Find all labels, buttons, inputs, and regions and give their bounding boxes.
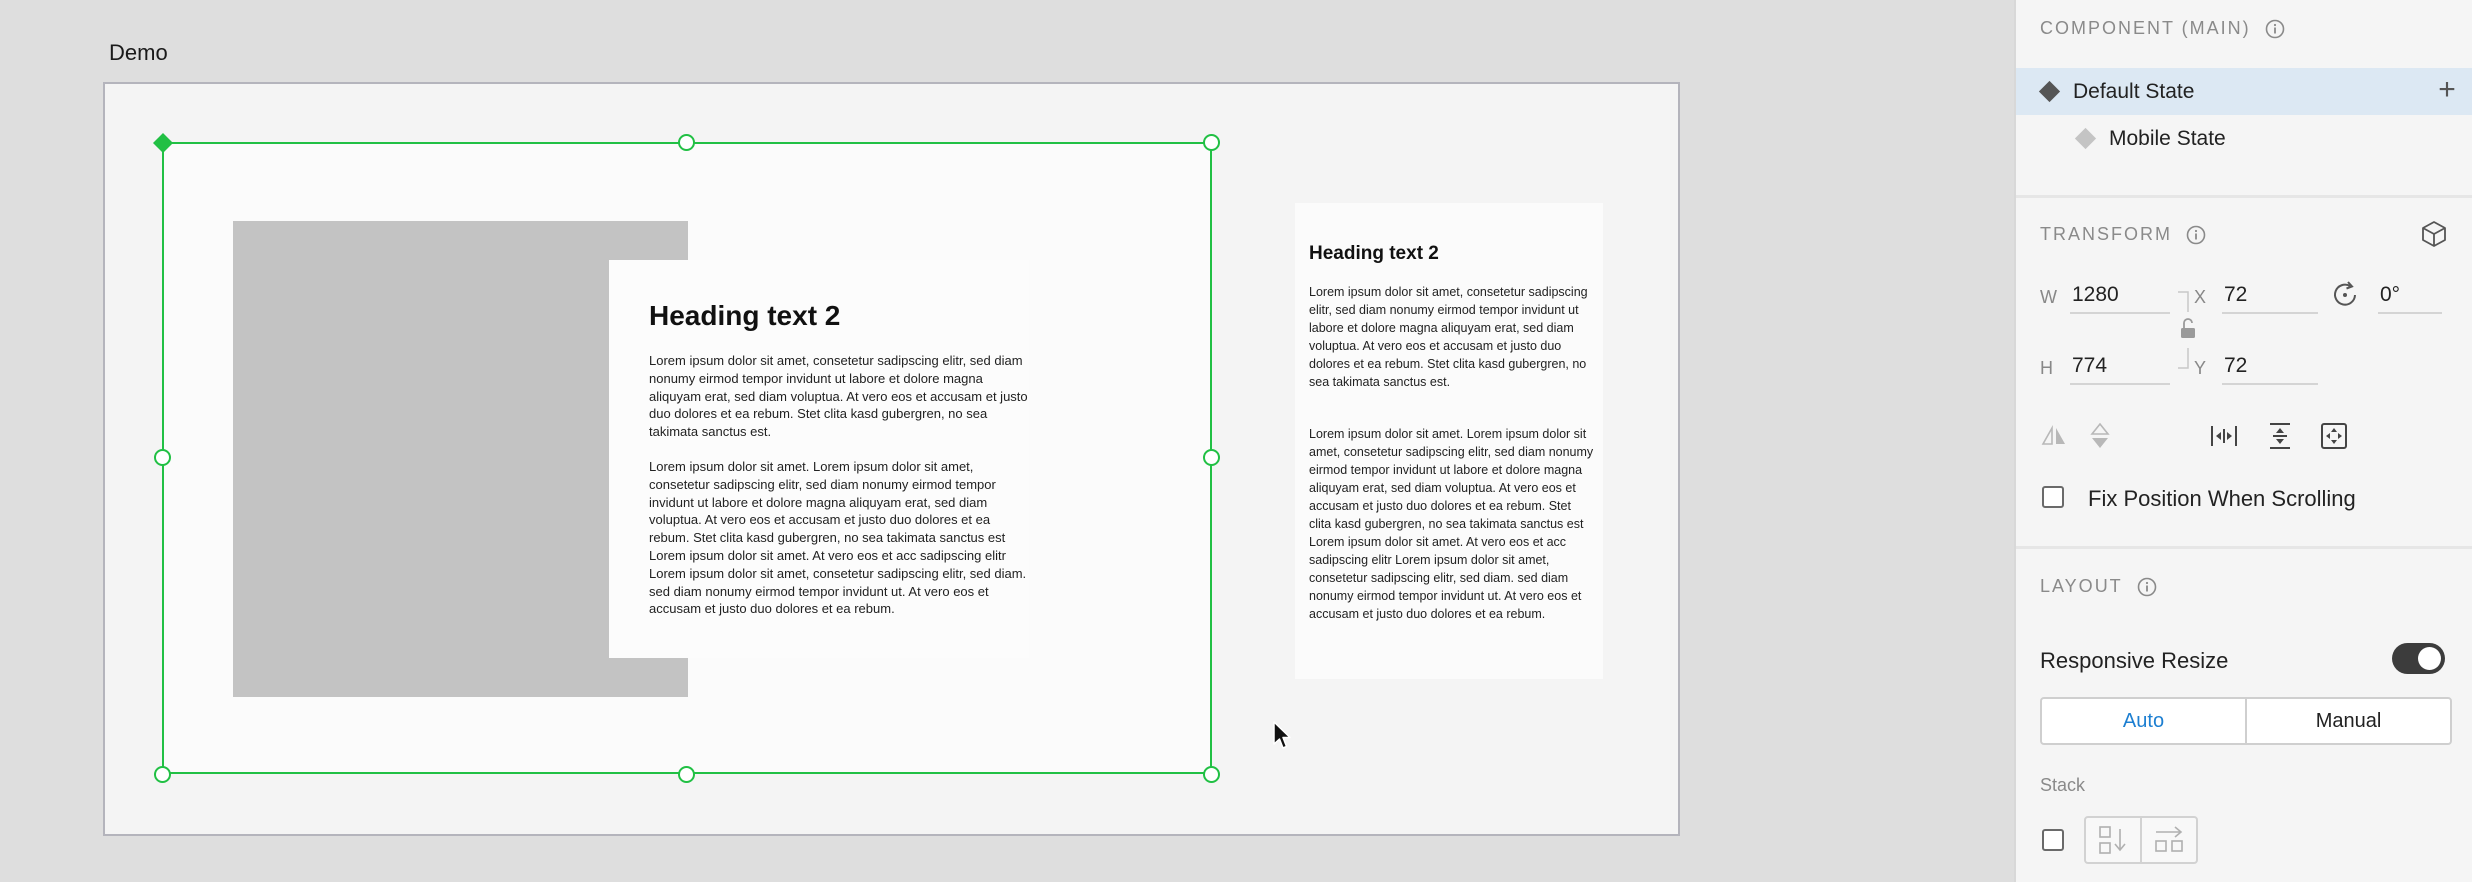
info-icon[interactable] [2265,19,2285,39]
fill-height-icon[interactable] [2264,420,2296,452]
stack-horizontal-icon [2155,826,2183,852]
transform-section-title: TRANSFORM [2040,224,2206,245]
mouse-cursor-icon [1273,721,1291,749]
height-input[interactable]: 774 [2070,351,2170,385]
layout-section-title: LAYOUT [2040,576,2157,597]
fill-width-icon[interactable] [2208,420,2240,452]
component-main-icon [2038,80,2061,103]
responsive-resize-label: Responsive Resize [2040,648,2229,673]
resize-handle-top-right[interactable] [1203,134,1220,151]
responsive-resize-toggle[interactable] [2392,643,2445,674]
state-default[interactable]: Default State + [2016,68,2472,115]
component-state-icon [2074,127,2097,150]
flip-vertical-icon[interactable] [2084,420,2116,452]
selection-box[interactable] [162,142,1212,774]
stack-vertical-icon [2099,826,2126,854]
toggle-knob [2418,647,2441,670]
rotation-input[interactable]: 0° [2378,280,2442,314]
divider [2016,546,2472,549]
resize-handle-bottom-right[interactable] [1203,766,1220,783]
stack-checkbox[interactable] [2042,829,2064,851]
stack-horizontal-button[interactable] [2140,818,2196,862]
properties-panel: COMPONENT (MAIN) Default State + Mobile … [2014,0,2472,882]
mode-auto-button[interactable]: Auto [2042,699,2245,743]
component-section-title: COMPONENT (MAIN) [2040,18,2285,39]
info-icon[interactable] [2137,577,2157,597]
resize-handle-right[interactable] [1203,449,1220,466]
add-state-icon[interactable]: + [2432,75,2462,106]
height-label: H [2040,358,2053,378]
state-label: Default State [2073,79,2195,103]
resize-handle-top[interactable] [678,134,695,151]
flip-horizontal-icon[interactable] [2038,420,2070,452]
resize-mode-segmented-control[interactable]: Auto Manual [2040,697,2452,745]
card-paragraph: Lorem ipsum dolor sit amet, consetetur s… [1309,285,1588,389]
fix-position-label: Fix Position When Scrolling [2088,486,2356,511]
fix-position-checkbox[interactable] [2042,486,2064,508]
stack-vertical-button[interactable] [2086,818,2140,862]
x-input[interactable]: 72 [2222,280,2318,314]
card-heading: Heading text 2 [1309,243,1439,264]
fill-container-icon[interactable] [2318,420,2350,452]
info-icon[interactable] [2186,225,2206,245]
state-label: Mobile State [2109,126,2226,150]
resize-handle-bottom-left[interactable] [154,766,171,783]
card-paragraph: Lorem ipsum dolor sit amet. Lorem ipsum … [1309,427,1594,621]
y-label: Y [2194,358,2207,378]
state-mobile[interactable]: Mobile State [2016,115,2472,162]
width-input[interactable]: 1280 [2070,280,2170,314]
divider [2016,195,2472,198]
design-canvas[interactable]: Demo Heading text 2 Lorem ipsum dolor si… [0,0,2014,882]
rotate-icon[interactable] [2328,278,2362,312]
stack-direction-buttons[interactable] [2084,816,2198,864]
y-input[interactable]: 72 [2222,351,2318,385]
3d-transform-icon[interactable] [2418,218,2450,250]
stack-label: Stack [2040,775,2086,795]
mode-manual-button[interactable]: Manual [2245,699,2450,743]
artboard-label[interactable]: Demo [109,40,168,66]
app-root: Demo Heading text 2 Lorem ipsum dolor si… [0,0,2472,882]
resize-handle-left[interactable] [154,449,171,466]
text-card-mobile[interactable]: Heading text 2 Lorem ipsum dolor sit ame… [1295,203,1603,679]
resize-handle-bottom[interactable] [678,766,695,783]
width-label: W [2040,287,2057,307]
